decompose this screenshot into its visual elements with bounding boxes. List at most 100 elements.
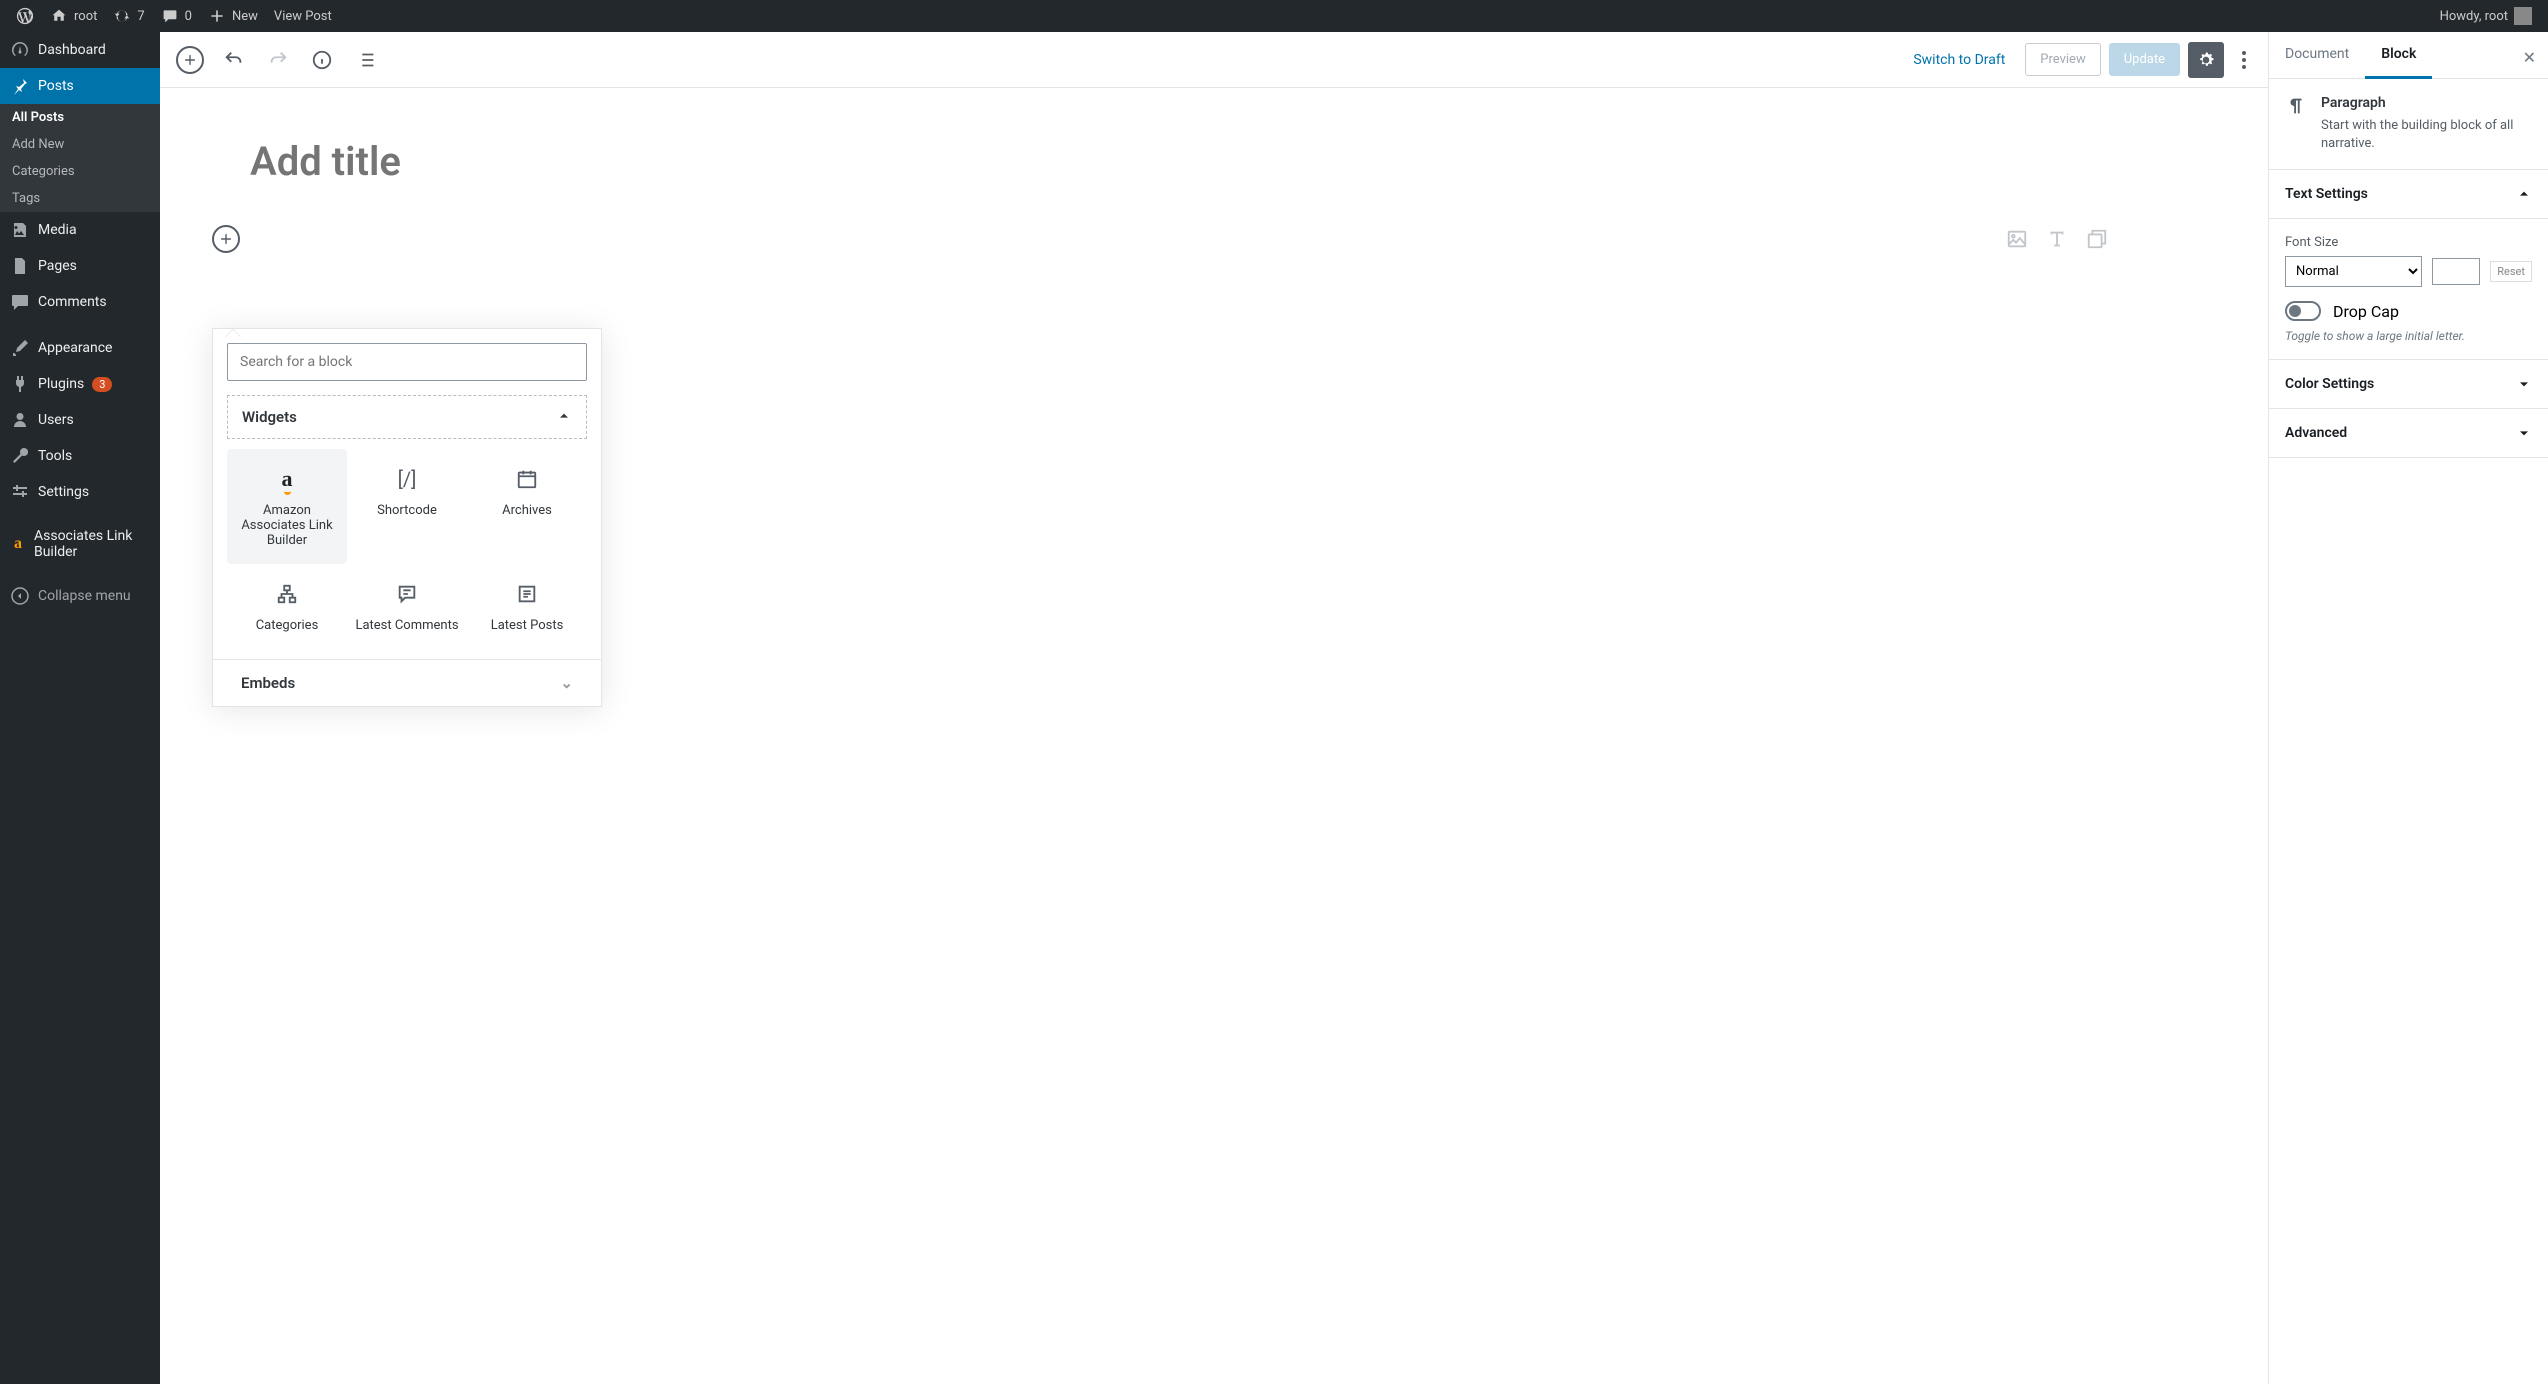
block-label: Latest Comments: [353, 618, 461, 633]
sidebar-label: Comments: [38, 294, 107, 310]
outline-button[interactable]: [348, 42, 384, 78]
block-latest-posts[interactable]: Latest Posts: [467, 564, 587, 649]
redo-button[interactable]: [260, 42, 296, 78]
tab-document[interactable]: Document: [2269, 32, 2365, 78]
post-title-input[interactable]: [250, 128, 2238, 195]
site-name: root: [74, 9, 97, 24]
comments-icon: [10, 292, 30, 312]
block-type-title: Paragraph: [2321, 95, 2532, 111]
drop-cap-label: Drop Cap: [2333, 302, 2399, 321]
gallery-block-shortcut[interactable]: [2086, 228, 2108, 250]
preview-button[interactable]: Preview: [2025, 43, 2100, 76]
site-name-link[interactable]: root: [42, 0, 105, 32]
block-archives[interactable]: Archives: [467, 449, 587, 564]
block-type-description: Start with the building block of all nar…: [2321, 117, 2532, 153]
editor-canvas[interactable]: Widgets aAmazon Associates Link Builder …: [160, 88, 2268, 1384]
chevron-up-icon: [556, 408, 572, 426]
sidebar-item-tools[interactable]: Tools: [0, 438, 160, 474]
inserter-panel-widgets[interactable]: Widgets: [228, 396, 586, 438]
paragraph-icon: [2285, 95, 2307, 153]
updates-link[interactable]: 7: [105, 0, 152, 32]
view-post-link[interactable]: View Post: [266, 0, 340, 32]
sidebar-item-associates-link-builder[interactable]: aAssociates Link Builder: [0, 520, 160, 568]
plus-icon: [219, 232, 233, 246]
comment-lines-icon: [396, 583, 418, 605]
amazon-icon: a: [10, 534, 26, 554]
sidebar-sub-add-new[interactable]: Add New: [0, 131, 160, 158]
sidebar-item-dashboard[interactable]: Dashboard: [0, 32, 160, 68]
sidebar-item-comments[interactable]: Comments: [0, 284, 160, 320]
sidebar-item-users[interactable]: Users: [0, 402, 160, 438]
sidebar-label: Appearance: [38, 340, 112, 356]
undo-icon: [223, 49, 245, 71]
panel-label: Advanced: [2285, 425, 2347, 441]
sidebar-item-posts[interactable]: Posts: [0, 68, 160, 104]
panel-color-settings[interactable]: Color Settings: [2269, 360, 2548, 409]
howdy-link[interactable]: Howdy, root: [2432, 0, 2540, 32]
image-block-shortcut[interactable]: [2006, 228, 2028, 250]
sidebar-item-settings[interactable]: Settings: [0, 474, 160, 510]
sidebar-sub-all-posts[interactable]: All Posts: [0, 104, 160, 131]
wp-logo[interactable]: [8, 0, 42, 32]
block-amazon-associates[interactable]: aAmazon Associates Link Builder: [227, 449, 347, 564]
block-search-input[interactable]: [227, 343, 587, 381]
panel-label: Widgets: [242, 408, 297, 426]
chevron-up-icon: [2516, 186, 2532, 202]
collapse-menu[interactable]: Collapse menu: [0, 578, 160, 614]
font-size-input[interactable]: [2432, 258, 2480, 285]
plugins-count-badge: 3: [92, 377, 112, 392]
new-content-link[interactable]: New: [200, 0, 266, 32]
sidebar-sub-tags[interactable]: Tags: [0, 185, 160, 212]
block-shortcode[interactable]: [/] Shortcode: [347, 449, 467, 564]
update-button[interactable]: Update: [2109, 43, 2180, 76]
image-icon: [2006, 228, 2028, 250]
add-block-toolbar-button[interactable]: [172, 42, 208, 78]
plus-circle-icon: [176, 46, 204, 74]
redo-icon: [267, 49, 289, 71]
inline-add-block-button[interactable]: [212, 225, 240, 253]
sidebar-item-appearance[interactable]: Appearance: [0, 330, 160, 366]
wordpress-icon: [16, 7, 34, 25]
more-menu-button[interactable]: [2232, 42, 2256, 78]
sidebar-label: Posts: [38, 78, 74, 94]
sidebar-label: Collapse menu: [38, 588, 131, 604]
avatar: [2514, 7, 2532, 25]
posts-submenu: All Posts Add New Categories Tags: [0, 104, 160, 212]
sidebar-label: Dashboard: [38, 42, 106, 58]
close-icon: ✕: [2523, 48, 2536, 67]
sidebar-label: Users: [38, 412, 74, 428]
close-settings-button[interactable]: ✕: [2519, 44, 2540, 71]
inserter-panel-embeds[interactable]: Embeds ⌄: [213, 659, 601, 706]
editor-toolbar: Switch to Draft Preview Update: [160, 32, 2268, 88]
undo-button[interactable]: [216, 42, 252, 78]
sidebar-sub-categories[interactable]: Categories: [0, 158, 160, 185]
drop-cap-help: Toggle to show a large initial letter.: [2285, 329, 2532, 343]
chevron-down-icon: ⌄: [560, 674, 573, 692]
heading-block-shortcut[interactable]: [2046, 228, 2068, 250]
font-size-select[interactable]: Normal: [2285, 256, 2422, 287]
block-latest-comments[interactable]: Latest Comments: [347, 564, 467, 649]
list-icon: [355, 49, 377, 71]
tab-block[interactable]: Block: [2365, 32, 2432, 79]
drop-cap-toggle[interactable]: [2285, 301, 2321, 321]
block-categories[interactable]: Categories: [227, 564, 347, 649]
shortcode-icon: [/]: [353, 465, 461, 493]
sidebar-item-plugins[interactable]: Plugins3: [0, 366, 160, 402]
editor-area: Switch to Draft Preview Update: [160, 32, 2548, 1384]
pages-icon: [10, 256, 30, 276]
sidebar-item-pages[interactable]: Pages: [0, 248, 160, 284]
settings-toggle-button[interactable]: [2188, 42, 2224, 78]
sidebar-item-media[interactable]: Media: [0, 212, 160, 248]
tree-icon: [276, 583, 298, 605]
info-button[interactable]: [304, 42, 340, 78]
admin-bar: root 7 0 New View Post Howdy, root: [0, 0, 2548, 32]
comments-link[interactable]: 0: [153, 0, 200, 32]
panel-advanced[interactable]: Advanced: [2269, 409, 2548, 458]
sidebar-label: Settings: [38, 484, 89, 500]
switch-to-draft-link[interactable]: Switch to Draft: [1901, 44, 2017, 76]
panel-text-settings[interactable]: Text Settings: [2269, 170, 2548, 219]
admin-sidebar: Dashboard Posts All Posts Add New Catego…: [0, 32, 160, 1384]
block-label: Shortcode: [353, 503, 461, 518]
font-size-reset[interactable]: Reset: [2490, 261, 2532, 282]
panel-label: Embeds: [241, 674, 295, 692]
